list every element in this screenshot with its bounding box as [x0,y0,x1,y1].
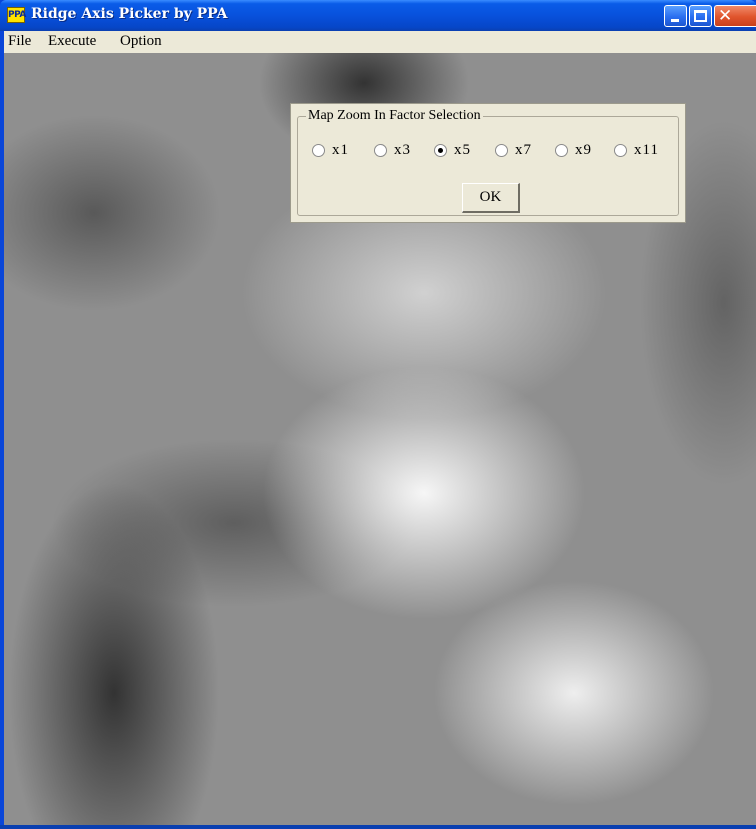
maximize-button[interactable] [689,5,712,27]
window-frame-bottom [0,825,756,829]
title-bar[interactable]: PPA Ridge Axis Picker by PPA ✕ [0,0,756,31]
minimize-button[interactable] [664,5,687,27]
radio-selected-dot-icon [438,148,443,153]
application-window: PPA Ridge Axis Picker by PPA ✕ File Exec… [0,0,756,829]
elevation-map-canvas[interactable]: Map Zoom In Factor Selection x1 x3 x5 x7… [4,53,756,825]
window-title: Ridge Axis Picker by PPA [31,6,228,22]
zoom-factor-dialog: Map Zoom In Factor Selection x1 x3 x5 x7… [290,103,686,223]
radio-label: x3 [394,142,411,158]
minimize-icon [671,19,679,22]
radio-button-icon[interactable] [614,144,627,157]
close-button[interactable]: ✕ [714,5,756,27]
radio-label: x1 [332,142,349,158]
menu-bar: File Execute Option [4,31,756,53]
radio-button-icon[interactable] [555,144,568,157]
radio-button-icon[interactable] [495,144,508,157]
menu-file[interactable]: File [8,33,31,50]
radio-label: x7 [515,142,532,158]
radio-label: x9 [575,142,592,158]
radio-button-icon[interactable] [434,144,447,157]
app-icon[interactable]: PPA [7,7,26,23]
radio-button-icon[interactable] [374,144,387,157]
ok-button[interactable]: OK [462,183,520,213]
menu-option[interactable]: Option [120,33,162,50]
maximize-icon [694,10,707,22]
group-title: Map Zoom In Factor Selection [306,108,483,124]
close-icon: ✕ [718,6,733,26]
radio-label: x11 [634,142,659,158]
zoom-factor-groupbox: Map Zoom In Factor Selection x1 x3 x5 x7… [297,108,679,216]
radio-label: x5 [454,142,471,158]
radio-button-icon[interactable] [312,144,325,157]
menu-execute[interactable]: Execute [48,33,96,50]
